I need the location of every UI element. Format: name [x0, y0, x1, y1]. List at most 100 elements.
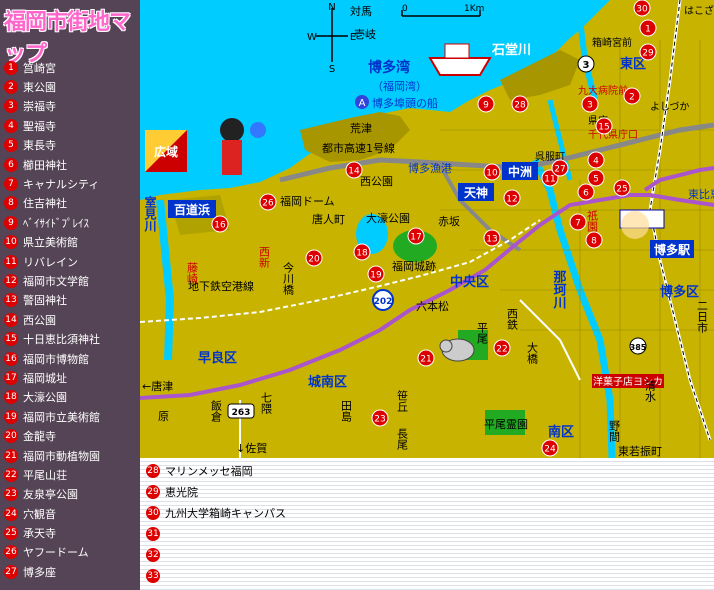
map-marker-22[interactable]: 22	[493, 339, 511, 357]
map-marker-21[interactable]: 21	[417, 349, 435, 367]
map-marker-15[interactable]: 15	[595, 117, 613, 135]
legend-item[interactable]: 24 穴観音	[4, 504, 140, 523]
legend-label: 警固神社	[23, 294, 67, 308]
legend-number-icon: 19	[4, 409, 18, 424]
legend-item[interactable]: 3 崇福寺	[4, 97, 140, 116]
legend-label: 西公園	[23, 313, 56, 327]
map-marker-number: 8	[591, 237, 597, 247]
legend-item[interactable]: 17 福岡城址	[4, 368, 140, 387]
map-marker-24[interactable]: 24	[541, 439, 559, 457]
legend-item[interactable]: 1 筥崎宮	[4, 58, 140, 77]
map-marker-8[interactable]: 8	[585, 231, 603, 249]
map-marker-17[interactable]: 17	[407, 227, 425, 245]
legend-item[interactable]: 9 ﾍﾞｲｻｲﾄﾞﾌﾟﾚｲｽ	[4, 213, 140, 232]
map-marker-25[interactable]: 25	[613, 179, 631, 197]
tenjin-label[interactable]: 天神	[464, 185, 488, 200]
legend-item[interactable]: 4 聖福寺	[4, 116, 140, 135]
legend-label: 聖福寺	[23, 119, 56, 133]
map-marker-30[interactable]: 30	[633, 0, 651, 17]
legend-item[interactable]: 11 リバレイン	[4, 252, 140, 271]
legend-item[interactable]: 6 櫛田神社	[4, 155, 140, 174]
lower-legend-item[interactable]: 29 恵光院	[146, 483, 198, 501]
legend-item[interactable]: 27 博多座	[4, 562, 140, 581]
legend-item[interactable]: 21 福岡市動植物園	[4, 446, 140, 465]
map-marker-number: 1	[645, 25, 651, 35]
nishi-koen-label: 西公園	[360, 175, 393, 188]
hara-label: 原	[158, 410, 169, 423]
map-marker-14[interactable]: 14	[345, 161, 363, 179]
lower-legend-item[interactable]: 33	[146, 567, 165, 585]
legend-label: 十日恵比須神社	[23, 333, 100, 347]
momochihama-label[interactable]: 百道浜	[174, 202, 210, 217]
legend-item[interactable]: 23 友泉亭公園	[4, 485, 140, 504]
ohori-koen-label: 大濠公園	[366, 211, 410, 225]
lower-legend-item[interactable]: 32	[146, 546, 165, 564]
map-marker-23[interactable]: 23	[371, 409, 389, 427]
legend-item[interactable]: 13 警固神社	[4, 291, 140, 310]
legend-item[interactable]: 15 十日恵比須神社	[4, 329, 140, 348]
map-marker-number: 24	[544, 445, 556, 455]
legend-number-icon: 23	[4, 487, 18, 502]
expressway-label: 都市高速1号線	[322, 141, 395, 155]
legend-number-icon: 26	[4, 545, 18, 560]
wide-area-button[interactable]: 広域	[145, 130, 187, 172]
legend-item[interactable]: 5 東長寺	[4, 136, 140, 155]
map-marker-27[interactable]: 27	[551, 159, 569, 177]
map-marker-16[interactable]: 16	[211, 215, 229, 233]
fukuoka-johsi-label: 福岡城跡	[392, 259, 436, 273]
map-marker-number: 16	[214, 221, 226, 231]
shichikuma-label: 七隈	[260, 392, 273, 415]
lower-legend-item[interactable]: 30 九州大学箱崎キャンパス	[146, 504, 286, 522]
legend-label: 東公園	[23, 81, 56, 95]
map-marker-7[interactable]: 7	[569, 213, 587, 231]
legend-label: マリンメッセ福岡	[165, 465, 253, 478]
legend-list: 1 筥崎宮 2 東公園 3 崇福寺 4 聖福寺 5 東長寺 6 櫛田神社 7 キャナルシティ 8 住吉神社 9 ﾍ…	[4, 58, 140, 582]
legend-item[interactable]: 2 東公園	[4, 77, 140, 96]
legend-item[interactable]: 8 住吉神社	[4, 194, 140, 213]
lower-legend-item[interactable]: 28 マリンメッセ福岡	[146, 462, 253, 480]
map-marker-10[interactable]: 10	[483, 163, 501, 181]
nakasu-label[interactable]: 中洲	[508, 164, 532, 179]
hakata-fishing-port: 博多漁港	[408, 161, 452, 175]
legend-number-icon: 9	[4, 215, 18, 230]
legend-label: 大濠公園	[23, 391, 67, 405]
legend-item[interactable]: 14 西公園	[4, 310, 140, 329]
muromi-river-label: 室見川	[143, 195, 157, 232]
hakata-station-label[interactable]: 博多駅	[654, 242, 691, 257]
ferry-label[interactable]: 博多埠頭の船	[372, 96, 438, 110]
map-marker-12[interactable]: 12	[503, 189, 521, 207]
map-marker-26[interactable]: 26	[259, 193, 277, 211]
legend-item[interactable]: 22 平尾山荘	[4, 465, 140, 484]
legend-item[interactable]: 12 福岡市文学館	[4, 271, 140, 290]
legend-number-icon: 4	[4, 118, 18, 133]
map-marker-5[interactable]: 5	[587, 169, 605, 187]
ferry-marker-letter: A	[359, 98, 366, 109]
map-marker-13[interactable]: 13	[483, 229, 501, 247]
legend-number-icon: 11	[4, 254, 18, 269]
airport-line-label: 地下鉄空港線	[188, 279, 254, 293]
map-marker-29[interactable]: 29	[639, 43, 657, 61]
map-marker-28[interactable]: 28	[511, 95, 529, 113]
map-marker-18[interactable]: 18	[353, 243, 371, 261]
legend-item[interactable]: 16 福岡市博物館	[4, 349, 140, 368]
legend-item[interactable]: 26 ヤフードーム	[4, 543, 140, 562]
legend-item[interactable]: 10 県立美術館	[4, 233, 140, 252]
map-marker-3[interactable]: 3	[581, 95, 599, 113]
map-marker-6[interactable]: 6	[577, 183, 595, 201]
lower-legend-item[interactable]: 31	[146, 525, 165, 543]
legend-item[interactable]: 18 大濠公園	[4, 388, 140, 407]
map-marker-2[interactable]: 2	[623, 87, 641, 105]
map-marker-20[interactable]: 20	[305, 249, 323, 267]
legend-number-icon: 29	[146, 485, 160, 499]
map-marker-9[interactable]: 9	[477, 95, 495, 113]
compass-s: S	[329, 64, 335, 75]
legend-item[interactable]: 20 金龍寺	[4, 426, 140, 445]
legend-item[interactable]: 7 キャナルシティ	[4, 174, 140, 193]
map-marker-1[interactable]: 1	[639, 19, 657, 37]
legend-item[interactable]: 19 福岡市立美術館	[4, 407, 140, 426]
map-marker-number: 21	[420, 355, 431, 365]
map-marker-19[interactable]: 19	[367, 265, 385, 283]
map-marker-4[interactable]: 4	[587, 151, 605, 169]
sasagaoka-label: 笹丘	[396, 390, 409, 412]
legend-item[interactable]: 25 承天寺	[4, 523, 140, 542]
